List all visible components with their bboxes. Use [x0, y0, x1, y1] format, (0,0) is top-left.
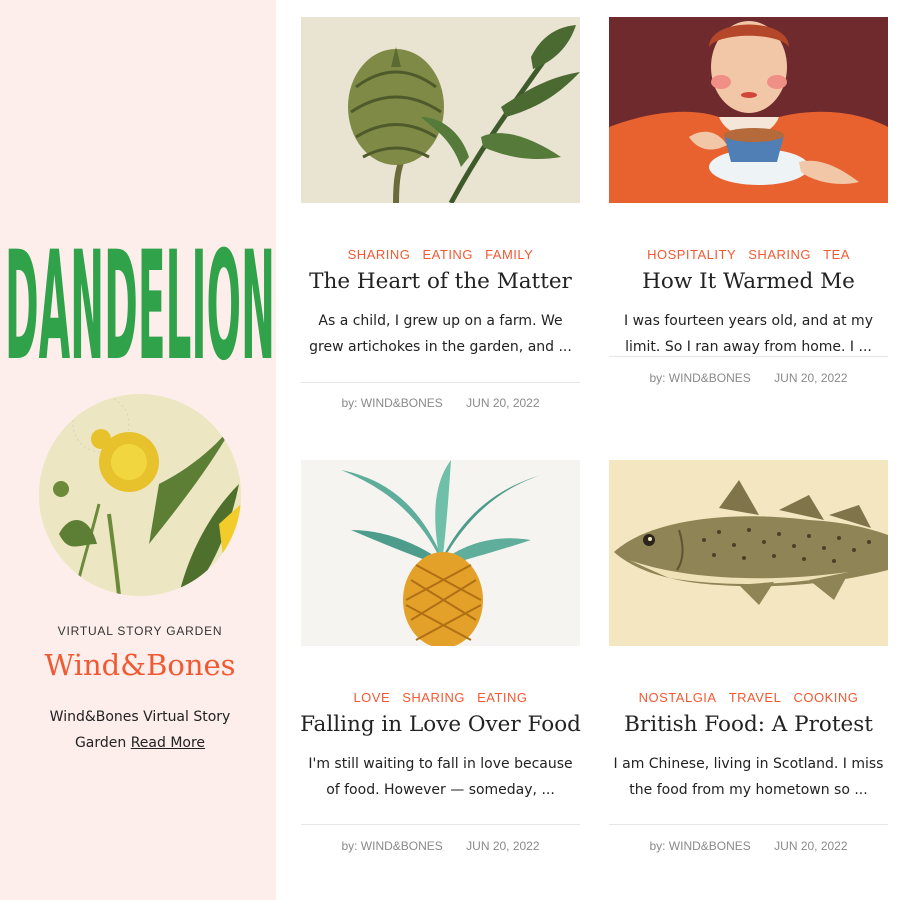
tag-link[interactable]: SHARING — [748, 247, 811, 262]
tag-link[interactable]: TEA — [823, 247, 850, 262]
post-title[interactable]: Falling in Love Over Food — [291, 712, 590, 737]
read-more-link[interactable]: Read More — [131, 735, 205, 751]
post-meta: by: WIND&BONES JUN 20, 2022 — [301, 839, 580, 853]
post-image[interactable] — [609, 460, 888, 646]
divider — [609, 356, 888, 357]
post-card: SHARING EATING FAMILY The Heart of the M… — [301, 17, 580, 417]
post-excerpt: I was fourteen years old, and at my limi… — [624, 313, 873, 355]
post-excerpt: I am Chinese, living in Scotland. I miss… — [613, 756, 884, 798]
sidebar: DANDELION VIRTUAL STORY GARDEN Wind&Bone… — [0, 0, 276, 900]
post-meta: by: WIND&BONES JUN 20, 2022 — [609, 839, 888, 853]
tag-link[interactable]: COOKING — [793, 690, 858, 705]
post-author[interactable]: by: WIND&BONES — [649, 839, 750, 853]
post-card: HOSPITALITY SHARING TEA How It Warmed Me… — [609, 17, 888, 417]
divider — [301, 824, 580, 825]
post-card: LOVE SHARING EATING Falling in Love Over… — [300, 460, 581, 860]
divider — [301, 382, 580, 383]
site-title[interactable]: Wind&Bones — [0, 648, 280, 682]
tag-link[interactable]: SHARING — [348, 247, 411, 262]
post-image[interactable] — [301, 460, 580, 646]
post-tags: LOVE SHARING EATING — [301, 690, 580, 705]
post-image[interactable] — [609, 17, 888, 203]
post-tags: NOSTALGIA TRAVEL COOKING — [609, 690, 888, 705]
post-date: JUN 20, 2022 — [466, 396, 540, 410]
site-logo[interactable]: DANDELION — [4, 220, 276, 394]
post-card: NOSTALGIA TRAVEL COOKING British Food: A… — [609, 460, 888, 860]
tag-link[interactable]: NOSTALGIA — [639, 690, 717, 705]
post-title[interactable]: The Heart of the Matter — [291, 269, 590, 294]
post-tags: HOSPITALITY SHARING TEA — [609, 247, 888, 262]
tag-link[interactable]: LOVE — [353, 690, 390, 705]
divider — [609, 824, 888, 825]
post-title[interactable]: British Food: A Protest — [599, 712, 898, 737]
avatar[interactable] — [39, 394, 241, 596]
post-author[interactable]: by: WIND&BONES — [341, 839, 442, 853]
tag-link[interactable]: TRAVEL — [729, 690, 782, 705]
post-date: JUN 20, 2022 — [774, 371, 848, 385]
post-author[interactable]: by: WIND&BONES — [341, 396, 442, 410]
tag-link[interactable]: EATING — [423, 247, 473, 262]
tag-link[interactable]: SHARING — [402, 690, 465, 705]
tag-link[interactable]: EATING — [477, 690, 527, 705]
post-excerpt: I'm still waiting to fall in love becaus… — [308, 756, 573, 798]
post-date: JUN 20, 2022 — [774, 839, 848, 853]
post-author[interactable]: by: WIND&BONES — [649, 371, 750, 385]
post-meta: by: WIND&BONES JUN 20, 2022 — [301, 396, 580, 410]
post-image[interactable] — [301, 17, 580, 203]
post-excerpt: As a child, I grew up on a farm. We grew… — [309, 313, 572, 355]
post-tags: SHARING EATING FAMILY — [301, 247, 580, 262]
site-description: Wind&Bones Virtual Story Garden Read Mor… — [30, 704, 250, 756]
tag-link[interactable]: HOSPITALITY — [647, 247, 736, 262]
post-meta: by: WIND&BONES JUN 20, 2022 — [609, 371, 888, 385]
tag-link[interactable]: FAMILY — [485, 247, 533, 262]
post-title[interactable]: How It Warmed Me — [599, 269, 898, 294]
post-date: JUN 20, 2022 — [466, 839, 540, 853]
site-kicker: VIRTUAL STORY GARDEN — [57, 624, 223, 638]
logo-text: DANDELION — [5, 240, 275, 370]
